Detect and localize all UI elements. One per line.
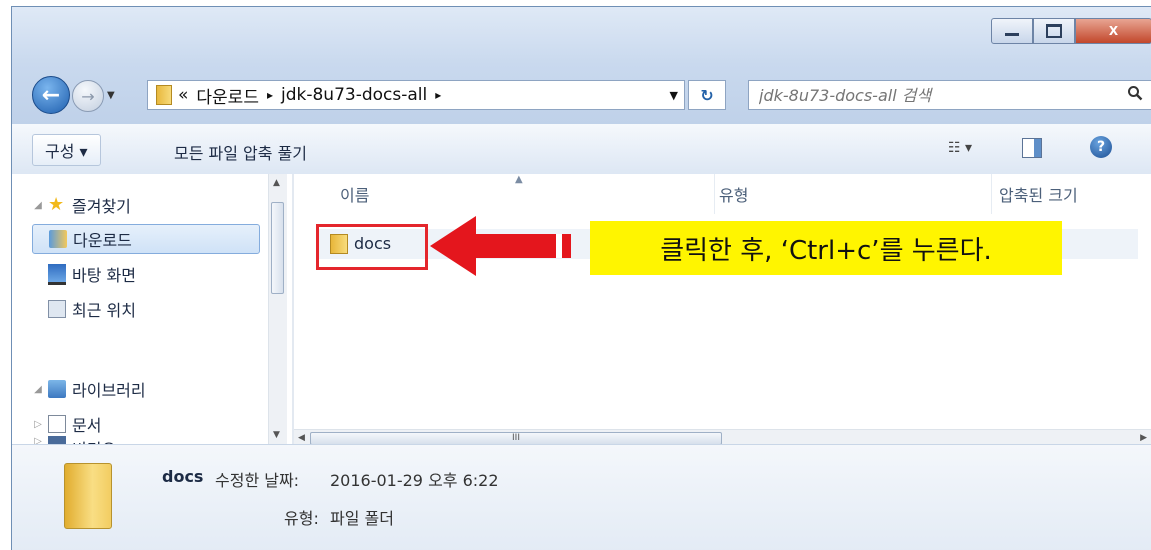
breadcrumb-separator[interactable]: ▸ xyxy=(267,88,273,102)
column-divider[interactable] xyxy=(991,174,992,214)
sidebar-item-favorites[interactable]: ◢ ★ 즐겨찾기 xyxy=(32,190,262,220)
maximize-icon xyxy=(1046,24,1062,38)
documents-icon xyxy=(48,415,66,433)
forward-button[interactable]: → xyxy=(72,80,104,112)
star-icon: ★ xyxy=(48,194,65,215)
explorer-window: X ← → ▼ « 다운로드 ▸ jdk-8u73-docs-all ▸ ▼ ↻… xyxy=(11,6,1151,550)
minimize-button[interactable] xyxy=(991,18,1033,44)
address-dropdown-button[interactable]: ▼ xyxy=(670,89,678,102)
scroll-left-arrow-icon[interactable]: ◀ xyxy=(298,433,305,443)
column-header-type[interactable]: 유형 xyxy=(719,182,748,206)
search-box[interactable] xyxy=(748,80,1151,110)
annotation-arrow-gap xyxy=(556,234,562,258)
sidebar-item-label: 다운로드 xyxy=(73,231,132,250)
search-input[interactable] xyxy=(749,84,1121,106)
scroll-up-arrow-icon[interactable]: ▲ xyxy=(273,178,280,188)
details-modified-value: 2016-01-29 오후 6:22 xyxy=(330,471,499,490)
extract-all-button[interactable]: 모든 파일 압축 풀기 xyxy=(174,140,307,164)
sidebar-item-downloads[interactable]: 다운로드 xyxy=(32,224,260,254)
sidebar-item-label: 문서 xyxy=(72,416,102,435)
annotation-highlight-box xyxy=(316,224,428,270)
annotation-arrow-head xyxy=(430,216,476,276)
expand-arrow-icon[interactable]: ▷ xyxy=(32,436,44,444)
details-file-name: docs xyxy=(162,467,204,486)
column-header-name[interactable]: 이름 xyxy=(340,182,369,206)
recent-places-icon xyxy=(48,300,66,318)
sidebar-item-label: 즐겨찾기 xyxy=(72,197,131,216)
sidebar-item-label: 라이브러리 xyxy=(72,381,146,400)
libraries-icon xyxy=(48,380,66,398)
help-button[interactable]: ? xyxy=(1090,136,1112,158)
scroll-right-arrow-icon[interactable]: ▶ xyxy=(1140,433,1147,443)
view-options-button[interactable]: ☷ ▾ xyxy=(948,140,972,156)
annotation-callout: 클릭한 후, ‘Ctrl+c’를 누른다. xyxy=(590,221,1062,275)
minimize-icon xyxy=(1005,32,1019,36)
breadcrumb-item-jdk-docs[interactable]: jdk-8u73-docs-all xyxy=(281,85,427,105)
annotation-arrow-tail xyxy=(564,234,569,258)
sidebar-item-videos[interactable]: ▷ 비디오 xyxy=(32,436,116,444)
details-pane: docs 수정한 날짜: 2016-01-29 오후 6:22 유형: 파일 폴… xyxy=(12,444,1151,550)
back-button[interactable]: ← xyxy=(32,76,70,114)
folder-icon xyxy=(64,463,112,529)
search-icon[interactable] xyxy=(1127,85,1143,105)
refresh-button[interactable]: ↻ xyxy=(688,80,726,110)
downloads-icon xyxy=(49,230,67,248)
details-type-value: 파일 폴더 xyxy=(330,509,394,528)
collapse-arrow-icon[interactable]: ◢ xyxy=(32,200,44,211)
sidebar-item-recent-places[interactable]: 최근 위치 xyxy=(48,294,136,324)
sort-ascending-icon: ▲ xyxy=(515,174,523,185)
folder-icon xyxy=(156,85,172,105)
videos-icon xyxy=(48,436,66,444)
details-type-label: 유형: xyxy=(284,509,319,528)
command-bar: 구성 ▾ 모든 파일 압축 풀기 ☷ ▾ ? xyxy=(12,124,1151,175)
sidebar-item-label: 최근 위치 xyxy=(72,301,136,320)
expand-arrow-icon[interactable]: ▷ xyxy=(32,419,44,430)
organize-button[interactable]: 구성 ▾ xyxy=(32,134,101,166)
navigation-pane: ◢ ★ 즐겨찾기 다운로드 바탕 화면 최근 위치 ◢ 라이브러리 ▷ 문서 ▷ xyxy=(12,174,294,444)
breadcrumb-item-downloads[interactable]: 다운로드 xyxy=(196,83,259,108)
scroll-down-arrow-icon[interactable]: ▼ xyxy=(273,430,280,440)
sidebar-item-label: 비디오 xyxy=(72,436,116,444)
scrollbar-thumb[interactable] xyxy=(271,202,284,294)
sidebar-item-libraries[interactable]: ◢ 라이브러리 xyxy=(32,374,146,404)
file-list: 이름 ▲ 유형 압축된 크기 docs 클릭한 후, ‘Ctrl+c’를 누른다… xyxy=(294,174,1151,448)
address-bar[interactable]: « 다운로드 ▸ jdk-8u73-docs-all ▸ ▼ xyxy=(147,80,685,110)
sidebar-item-label: 바탕 화면 xyxy=(72,266,136,285)
breadcrumb-separator[interactable]: ▸ xyxy=(435,88,441,102)
collapse-arrow-icon[interactable]: ◢ xyxy=(32,384,44,395)
navigation-bar: ← → ▼ « 다운로드 ▸ jdk-8u73-docs-all ▸ ▼ ↻ xyxy=(12,64,1151,124)
breadcrumb-overflow[interactable]: « xyxy=(178,85,188,105)
column-header-compressed-size[interactable]: 압축된 크기 xyxy=(999,182,1078,206)
navigation-pane-scrollbar[interactable]: ▲ ▼ xyxy=(268,174,287,444)
close-button[interactable]: X xyxy=(1075,18,1151,44)
sidebar-item-desktop[interactable]: 바탕 화면 xyxy=(48,259,136,289)
recent-pages-button[interactable]: ▼ xyxy=(107,90,115,101)
sidebar-item-documents[interactable]: ▷ 문서 xyxy=(32,409,101,439)
column-divider[interactable] xyxy=(714,174,715,214)
details-modified-label: 수정한 날짜: xyxy=(215,471,300,490)
preview-pane-button[interactable] xyxy=(1022,138,1042,158)
maximize-button[interactable] xyxy=(1033,18,1075,44)
title-bar: X xyxy=(12,7,1151,64)
desktop-icon xyxy=(48,263,66,285)
